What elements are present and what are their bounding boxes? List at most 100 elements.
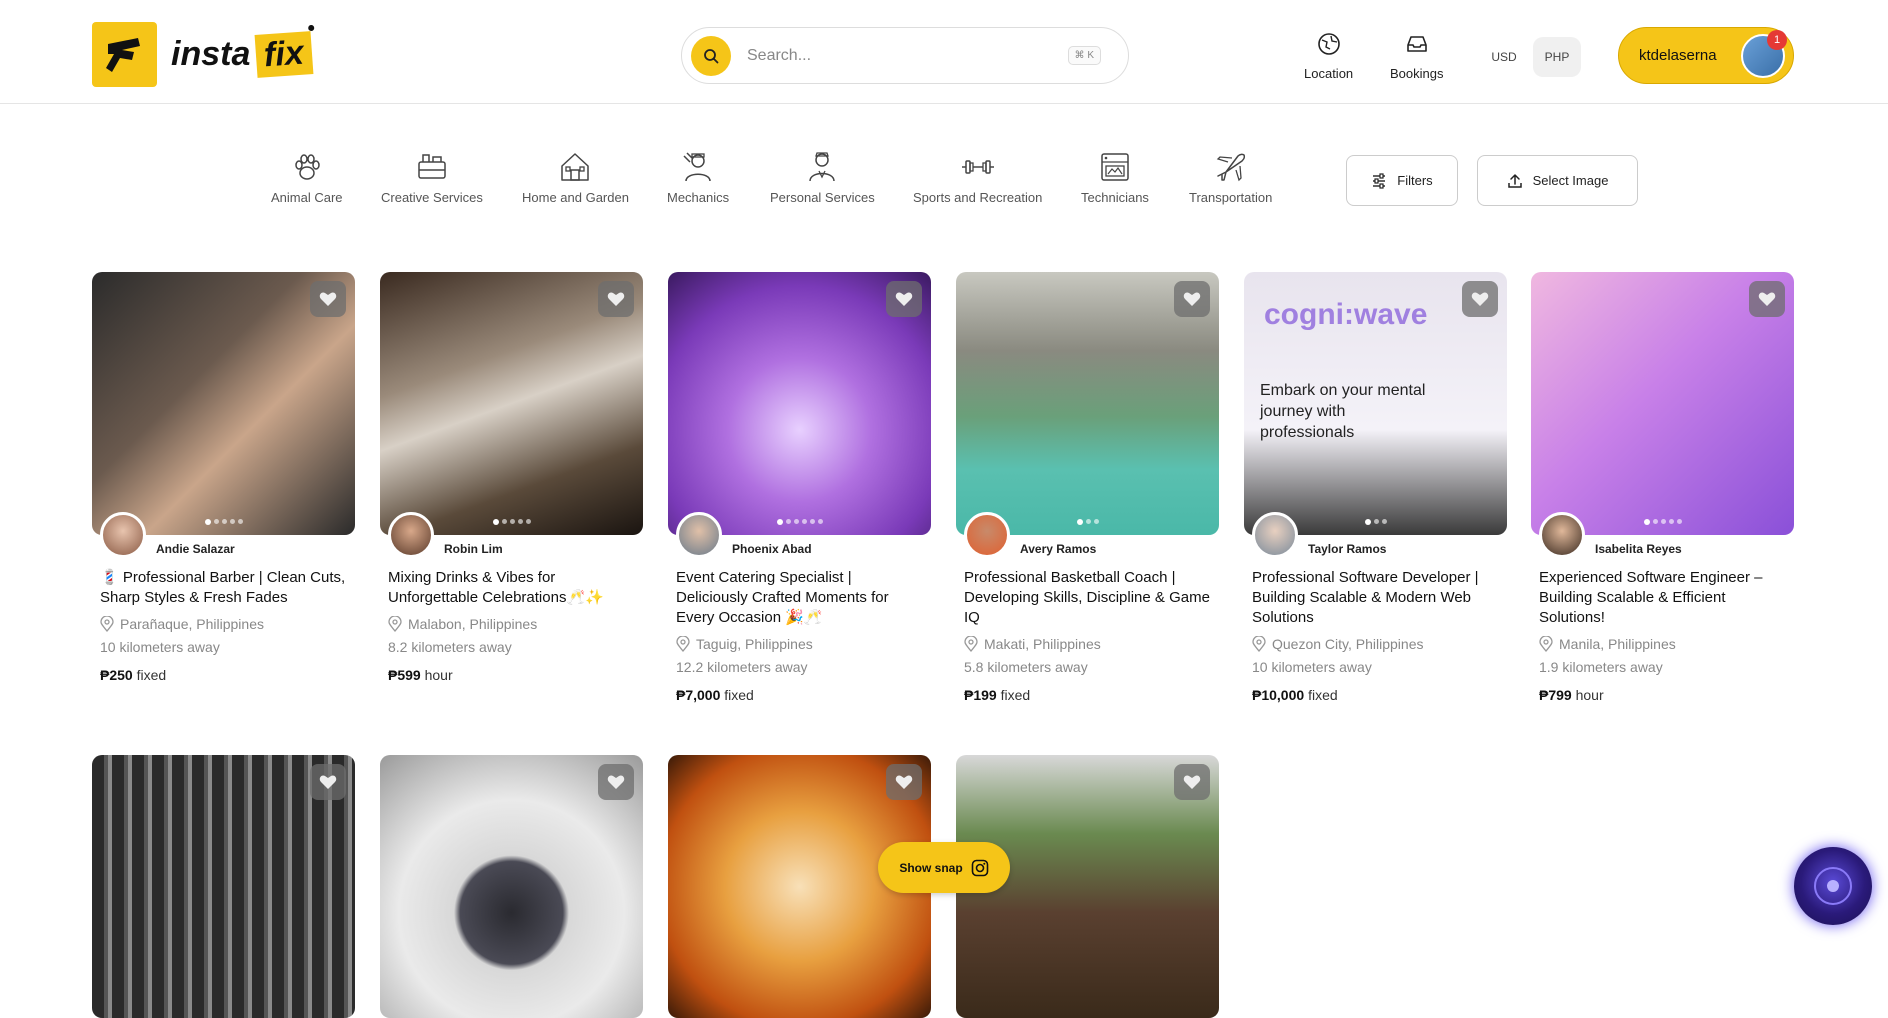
heart-icon (1183, 292, 1201, 306)
listing-distance: 12.2 kilometers away (676, 659, 808, 675)
heart-icon (319, 775, 337, 789)
listing-price: ₱199 fixed (964, 687, 1030, 703)
nav-location[interactable]: Location (1304, 32, 1353, 81)
listing-title[interactable]: Experienced Software Engineer – Building… (1539, 568, 1789, 628)
technician-icon (1101, 153, 1129, 181)
favorite-button[interactable] (598, 281, 634, 317)
seller-avatar[interactable] (1252, 512, 1298, 558)
category-animal-care[interactable]: Animal Care (271, 150, 343, 205)
seller-name[interactable]: Taylor Ramos (1308, 542, 1386, 556)
listing-title[interactable]: Professional Basketball Coach | Developi… (964, 568, 1214, 628)
listing-card[interactable]: Andie Salazar 💈 Professional Barber | Cl… (92, 272, 355, 683)
nav-bookings[interactable]: Bookings (1390, 32, 1443, 81)
listing-title[interactable]: Event Catering Specialist | Deliciously … (676, 568, 926, 628)
carousel-dots[interactable] (1364, 519, 1387, 525)
plane-icon (1216, 153, 1245, 182)
currency-usd[interactable]: USD (1484, 37, 1524, 77)
category-technicians[interactable]: Technicians (1081, 150, 1149, 205)
listing-card[interactable]: Robin Lim Mixing Drinks & Vibes for Unfo… (380, 272, 643, 683)
sliders-icon (1373, 172, 1386, 189)
filters-button[interactable]: Filters (1346, 155, 1458, 206)
listing-image[interactable]: cogni:wave Embark on your mental journey… (1244, 272, 1507, 535)
seller-avatar[interactable] (1539, 512, 1585, 558)
seller-name[interactable]: Isabelita Reyes (1595, 542, 1682, 556)
listing-card[interactable] (380, 755, 643, 1018)
listing-card[interactable]: Phoenix Abad Event Catering Specialist |… (668, 272, 931, 703)
search-bar[interactable]: ⌘ K (681, 27, 1129, 84)
location-text: Malabon, Philippines (408, 616, 538, 632)
heart-icon (895, 292, 913, 306)
category-sports-recreation[interactable]: Sports and Recreation (913, 150, 1042, 205)
heart-icon (895, 775, 913, 789)
instafix-logo[interactable]: insta fix (92, 22, 314, 87)
listing-card[interactable]: cogni:wave Embark on your mental journey… (1244, 272, 1507, 703)
listing-image[interactable] (380, 755, 643, 1018)
seller-avatar[interactable] (100, 512, 146, 558)
listing-title[interactable]: Professional Software Developer | Buildi… (1252, 568, 1502, 628)
show-snap-button[interactable]: Show snap (878, 842, 1010, 893)
price-amount: ₱599 (388, 667, 421, 683)
favorite-button[interactable] (310, 281, 346, 317)
favorite-button[interactable] (1174, 764, 1210, 800)
map-pin-icon (100, 616, 114, 632)
carousel-dots[interactable] (1643, 519, 1682, 525)
location-text: Manila, Philippines (1559, 636, 1676, 652)
favorite-button[interactable] (1749, 281, 1785, 317)
listing-card[interactable] (92, 755, 355, 1018)
seller-name[interactable]: Phoenix Abad (732, 542, 812, 556)
price-amount: ₱7,000 (676, 687, 721, 703)
currency-php[interactable]: PHP (1533, 37, 1581, 77)
listing-image[interactable] (92, 272, 355, 535)
user-name: ktdelaserna (1639, 47, 1717, 64)
seller-name[interactable]: Andie Salazar (156, 542, 235, 556)
listing-card[interactable]: Isabelita Reyes Experienced Software Eng… (1531, 272, 1794, 703)
inbox-icon (1406, 36, 1427, 52)
category-home-garden[interactable]: Home and Garden (522, 150, 629, 205)
map-pin-icon (388, 616, 402, 632)
favorite-button[interactable] (1174, 281, 1210, 317)
seller-avatar[interactable] (964, 512, 1010, 558)
heart-icon (1183, 775, 1201, 789)
listing-image[interactable] (92, 755, 355, 1018)
listing-distance: 5.8 kilometers away (964, 659, 1088, 675)
price-unit: fixed (1000, 687, 1031, 703)
user-menu-button[interactable]: ktdelaserna 1 (1618, 27, 1794, 84)
listing-title[interactable]: 💈 Professional Barber | Clean Cuts, Shar… (100, 568, 350, 608)
category-mechanics[interactable]: Mechanics (667, 150, 729, 205)
location-text: Quezon City, Philippines (1272, 636, 1424, 652)
listing-image[interactable] (1531, 272, 1794, 535)
favorite-button[interactable] (886, 281, 922, 317)
person-icon (809, 152, 836, 182)
seller-avatar[interactable] (388, 512, 434, 558)
favorite-button[interactable] (310, 764, 346, 800)
search-input[interactable] (747, 46, 1067, 65)
seller-avatar[interactable] (676, 512, 722, 558)
show-snap-label: Show snap (899, 860, 963, 875)
listing-location: Taguig, Philippines (676, 636, 926, 652)
carousel-dots[interactable] (492, 519, 531, 525)
listing-title[interactable]: Mixing Drinks & Vibes for Unforgettable … (388, 568, 638, 608)
favorite-button[interactable] (886, 764, 922, 800)
listing-image[interactable] (380, 272, 643, 535)
listing-distance: 8.2 kilometers away (388, 639, 512, 655)
price-amount: ₱250 (100, 667, 133, 683)
carousel-dots[interactable] (204, 519, 243, 525)
category-creative-services[interactable]: Creative Services (381, 150, 483, 205)
listing-image[interactable] (956, 272, 1219, 535)
carousel-dots[interactable] (1076, 519, 1099, 525)
select-image-button[interactable]: Select Image (1477, 155, 1638, 206)
carousel-dots[interactable] (776, 519, 823, 525)
category-personal-services[interactable]: Personal Services (770, 150, 875, 205)
map-pin-icon (964, 636, 978, 652)
seller-name[interactable]: Robin Lim (444, 542, 503, 556)
favorite-button[interactable] (1462, 281, 1498, 317)
listing-image[interactable] (668, 272, 931, 535)
search-button[interactable] (691, 35, 731, 76)
listing-card[interactable]: Avery Ramos Professional Basketball Coac… (956, 272, 1219, 703)
assistant-orb-button[interactable] (1794, 847, 1872, 925)
dumbbell-icon (961, 160, 994, 174)
seller-name[interactable]: Avery Ramos (1020, 542, 1096, 556)
notification-badge: 1 (1767, 29, 1787, 50)
category-transportation[interactable]: Transportation (1189, 150, 1272, 205)
favorite-button[interactable] (598, 764, 634, 800)
